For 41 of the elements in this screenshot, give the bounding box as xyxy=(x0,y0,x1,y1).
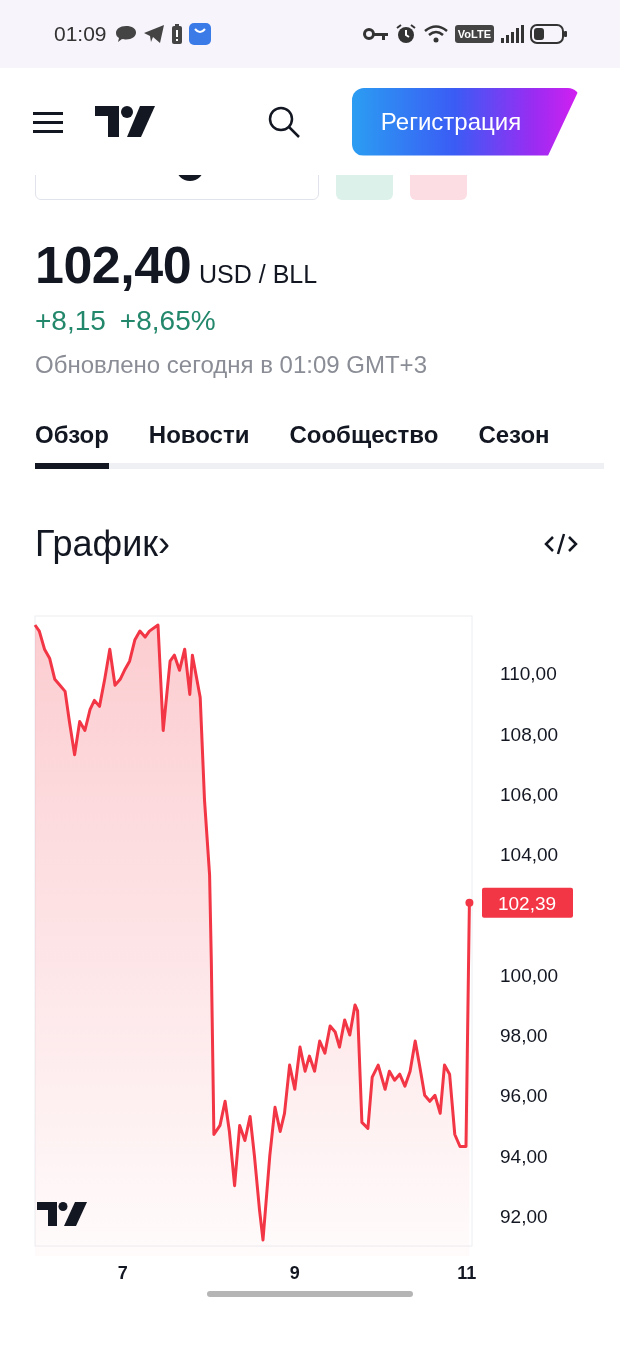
key-icon xyxy=(362,27,389,41)
signal-icon xyxy=(500,25,524,43)
logo-icon[interactable] xyxy=(95,106,155,137)
update-time: Обновлено сегодня в 01:09 GMT+3 xyxy=(35,351,428,379)
chat-icon xyxy=(114,24,137,44)
y-axis-label: 100,00 xyxy=(500,964,559,986)
x-axis-label: 7 xyxy=(117,1263,128,1283)
x-axis-label: 11 xyxy=(457,1263,477,1283)
status-time: 01:09 xyxy=(54,22,107,46)
price-tag-label: 102,39 xyxy=(497,892,557,914)
battery-icon xyxy=(530,24,568,44)
battery-alert-icon xyxy=(170,23,183,45)
y-axis-label: 108,00 xyxy=(500,723,559,745)
price-change-percent: +8,65% xyxy=(119,305,216,337)
y-axis-label: 106,00 xyxy=(500,783,559,805)
menu-icon[interactable] xyxy=(33,110,63,133)
y-axis-label: 96,00 xyxy=(500,1085,548,1107)
section-title[interactable]: График› xyxy=(35,523,170,565)
y-axis-label: 98,00 xyxy=(500,1025,548,1046)
embed-code-icon[interactable] xyxy=(544,532,578,556)
app-icon xyxy=(188,23,211,45)
tab[interactable]: Новости xyxy=(148,421,250,469)
tab[interactable]: Сообщество xyxy=(289,421,439,469)
network-badge: VoLTE xyxy=(454,25,494,43)
tab[interactable]: Обзор xyxy=(35,421,109,469)
paper-plane-icon xyxy=(142,24,165,44)
register-button[interactable]: Регистрация xyxy=(352,87,580,156)
x-axis-label: 9 xyxy=(289,1263,300,1283)
price-unit: USD / BLL xyxy=(199,260,318,289)
search-icon[interactable] xyxy=(267,104,301,139)
y-axis-label: 104,00 xyxy=(500,844,559,866)
wifi-icon xyxy=(422,24,449,44)
alarm-icon xyxy=(394,23,417,45)
price-change: +8,15 xyxy=(35,305,106,337)
last-price-dot xyxy=(465,898,474,907)
y-axis-label: 110,00 xyxy=(500,663,557,685)
price: 102,40 xyxy=(35,235,192,295)
tab[interactable]: Сезон xyxy=(478,421,550,469)
logo-icon xyxy=(37,1202,87,1226)
y-axis-label: 94,00 xyxy=(500,1145,548,1167)
y-axis-label: 92,00 xyxy=(500,1205,548,1227)
